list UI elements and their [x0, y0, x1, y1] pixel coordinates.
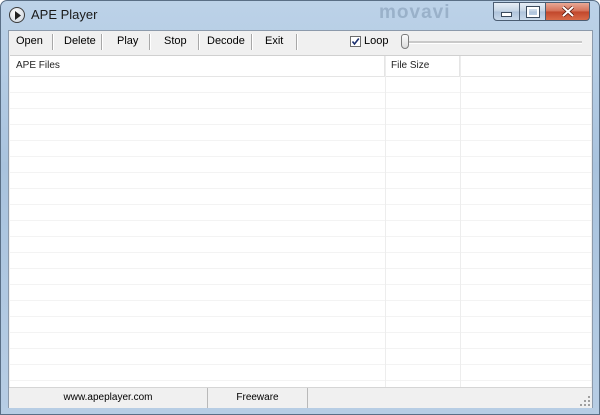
- resize-grip-icon[interactable]: [580, 396, 590, 406]
- toolbar-separator: [198, 34, 200, 50]
- file-list[interactable]: APE Files File Size: [10, 55, 591, 387]
- play-button[interactable]: Play: [117, 35, 138, 47]
- exit-button[interactable]: Exit: [265, 35, 283, 47]
- toolbar-separator: [296, 34, 298, 50]
- column-divider: [385, 56, 386, 387]
- list-item[interactable]: [10, 349, 591, 365]
- list-item[interactable]: [10, 285, 591, 301]
- column-header-ape-files[interactable]: APE Files: [10, 56, 385, 76]
- maximize-button[interactable]: [519, 2, 546, 21]
- toolbar-separator: [149, 34, 151, 50]
- close-icon: [546, 3, 589, 20]
- list-body: [10, 77, 591, 387]
- open-button[interactable]: Open: [16, 35, 43, 47]
- status-bar: www.apeplayer.com Freeware: [9, 387, 592, 408]
- toolbar-separator: [101, 34, 103, 50]
- delete-button[interactable]: Delete: [64, 35, 96, 47]
- volume-slider-track[interactable]: [404, 41, 582, 44]
- play-icon: [9, 7, 25, 23]
- close-button[interactable]: [545, 2, 590, 21]
- list-item[interactable]: [10, 205, 591, 221]
- stop-button[interactable]: Stop: [164, 35, 187, 47]
- maximize-icon: [525, 5, 540, 18]
- main-panel: Open Delete Play Stop Decode Exit Loop A…: [8, 30, 593, 408]
- list-item[interactable]: [10, 173, 591, 189]
- list-item[interactable]: [10, 269, 591, 285]
- toolbar-separator: [251, 34, 253, 50]
- status-license: Freeware: [208, 388, 308, 408]
- list-item[interactable]: [10, 125, 591, 141]
- list-item[interactable]: [10, 365, 591, 381]
- background-watermark: movavi: [379, 2, 451, 23]
- list-item[interactable]: [10, 93, 591, 109]
- column-divider: [460, 56, 461, 387]
- minimize-icon: [501, 12, 512, 17]
- toolbar: Open Delete Play Stop Decode Exit Loop: [9, 31, 592, 54]
- window-title: APE Player: [31, 7, 98, 22]
- list-item[interactable]: [10, 317, 591, 333]
- list-item[interactable]: [10, 301, 591, 317]
- status-website[interactable]: www.apeplayer.com: [9, 388, 208, 408]
- toolbar-separator: [52, 34, 54, 50]
- column-header-file-size[interactable]: File Size: [385, 56, 460, 76]
- decode-button[interactable]: Decode: [207, 35, 245, 47]
- list-item[interactable]: [10, 221, 591, 237]
- list-item[interactable]: [10, 253, 591, 269]
- list-item[interactable]: [10, 237, 591, 253]
- loop-checkbox[interactable]: [350, 36, 361, 47]
- list-item[interactable]: [10, 77, 591, 93]
- title-bar[interactable]: APE Player movavi: [1, 1, 599, 29]
- list-item[interactable]: [10, 109, 591, 125]
- volume-slider-thumb[interactable]: [401, 34, 409, 49]
- list-header: APE Files File Size: [10, 56, 591, 77]
- list-item[interactable]: [10, 157, 591, 173]
- loop-label[interactable]: Loop: [364, 35, 388, 47]
- list-item[interactable]: [10, 189, 591, 205]
- minimize-button[interactable]: [493, 2, 520, 21]
- app-window: APE Player movavi Open Delete Play Stop …: [0, 0, 600, 415]
- checkmark-icon: [351, 38, 360, 46]
- list-item[interactable]: [10, 333, 591, 349]
- list-item[interactable]: [10, 141, 591, 157]
